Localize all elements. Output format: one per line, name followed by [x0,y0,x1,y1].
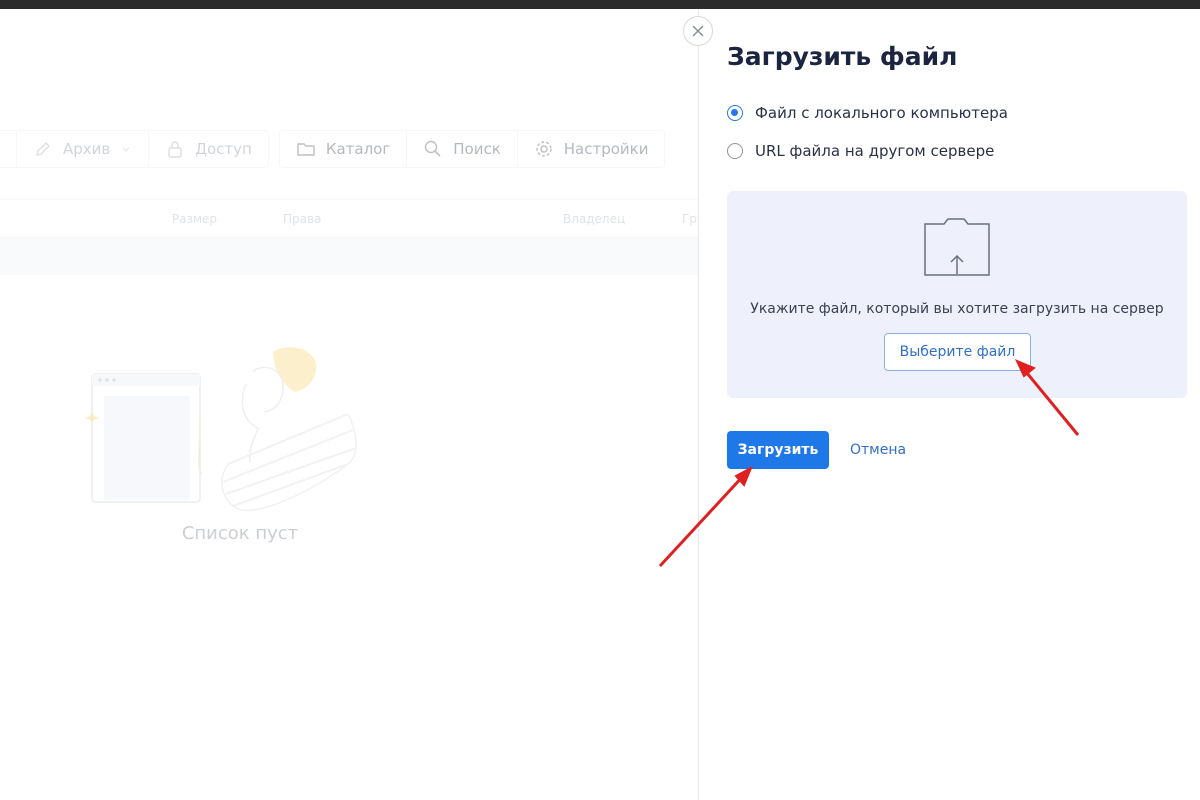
access-button[interactable]: Доступ [149,131,268,167]
column-permissions[interactable]: Права [283,212,321,226]
dropzone-instructions: Укажите файл, который вы хотите загрузит… [750,301,1164,317]
column-owner[interactable]: Владелец [563,212,625,226]
pencil-icon [36,142,50,156]
option-local-file[interactable]: Файл с локального компьютера [727,104,1008,122]
catalog-label: Каталог [325,140,391,158]
gear-icon [536,141,552,157]
column-size[interactable]: Размер [172,212,217,226]
radio-remote-url[interactable] [727,143,743,159]
upload-button[interactable]: Загрузить [727,431,829,469]
lock-icon [168,141,182,158]
option-local-file-label: Файл с локального компьютера [755,104,1008,122]
option-remote-url[interactable]: URL файла на другом сервере [727,142,994,160]
archive-label: Архив [63,140,111,158]
access-label: Доступ [195,140,252,158]
search-label: Поиск [453,140,501,158]
upload-file-panel: Загрузить файл Файл с локального компьют… [698,9,1200,800]
toolbar-group-nav: Каталог Поиск Настройки [278,130,666,168]
search-icon [425,140,441,157]
close-panel-button[interactable] [683,16,713,46]
file-table-parent-row [0,237,698,275]
column-group[interactable]: Гру [682,212,698,226]
radio-local-file[interactable] [727,105,743,121]
panel-title: Загрузить файл [727,42,958,71]
search-button[interactable]: Поиск [407,131,518,167]
close-icon [692,25,704,37]
file-manager-background: Архив Доступ Каталог Поиск Настройки Раз… [0,9,698,800]
toolbar-button-hidden[interactable] [0,131,17,167]
settings-label: Настройки [563,140,649,158]
catalog-button[interactable]: Каталог [280,131,408,167]
folder-upload-icon [924,218,990,276]
window-top-strip [0,0,1200,9]
file-table-header: Размер Права Владелец Гру [0,199,698,237]
chevron-down-icon [122,147,130,152]
file-toolbar: Архив Доступ Каталог Поиск Настройки [0,130,675,168]
toolbar-group-edit: Архив Доступ [0,130,269,168]
folder-icon [297,143,315,156]
empty-list-label: Список пуст [181,523,299,544]
choose-file-button[interactable]: Выберите файл [884,333,1031,371]
cancel-link[interactable]: Отмена [850,442,906,458]
archive-button[interactable]: Архив [17,131,150,167]
settings-button[interactable]: Настройки [518,131,665,167]
file-dropzone[interactable]: Укажите файл, который вы хотите загрузит… [727,191,1187,398]
option-remote-url-label: URL файла на другом сервере [755,142,995,160]
empty-list-illustration [85,347,357,511]
